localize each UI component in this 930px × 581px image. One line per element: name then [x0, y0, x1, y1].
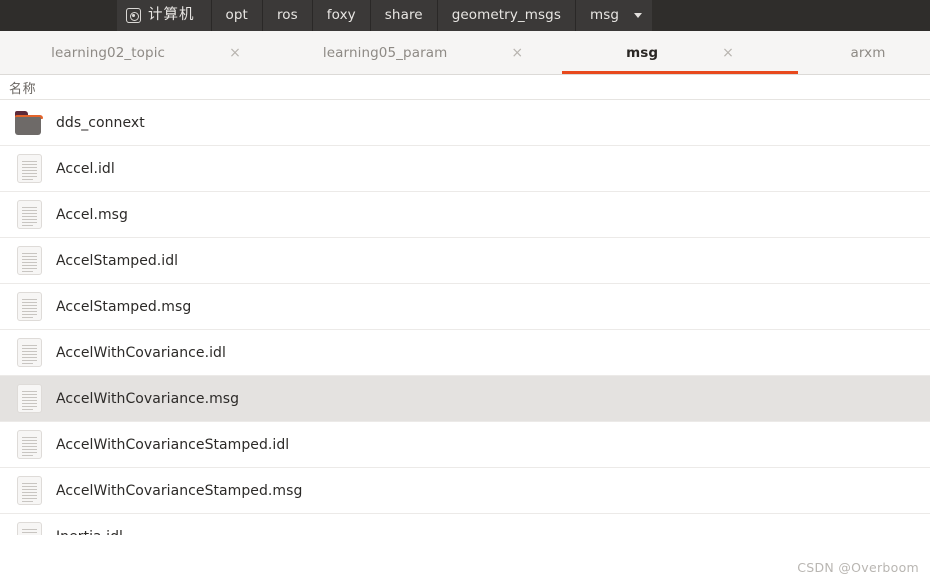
- breadcrumb-item-geometry_msgs[interactable]: geometry_msgs: [437, 0, 576, 31]
- column-header-row: 名称: [0, 75, 930, 100]
- breadcrumb-item-foxy[interactable]: foxy: [312, 0, 371, 31]
- file-name-label: Accel.msg: [56, 206, 128, 223]
- document-icon: [15, 153, 45, 184]
- tab-arxm[interactable]: arxm: [806, 31, 930, 74]
- tab-label: learning05_param: [322, 44, 448, 61]
- tab-label: msg: [626, 44, 659, 61]
- breadcrumb-item-opt[interactable]: opt: [211, 0, 263, 31]
- breadcrumb-item-label: geometry_msgs: [451, 6, 561, 23]
- document-icon: [15, 521, 45, 535]
- tab-msg[interactable]: msg ×: [554, 31, 806, 74]
- breadcrumb-item-label: ros: [276, 6, 298, 23]
- active-tab-indicator: [562, 71, 798, 74]
- file-name-label: dds_connext: [56, 114, 145, 131]
- breadcrumb-item-share[interactable]: share: [370, 0, 438, 31]
- file-name-label: AccelWithCovarianceStamped.idl: [56, 436, 290, 453]
- tab-learning02_topic[interactable]: learning02_topic ×: [0, 31, 292, 74]
- file-list-row[interactable]: dds_connext: [0, 100, 930, 146]
- file-name-label: AccelStamped.idl: [56, 252, 179, 269]
- close-icon[interactable]: ×: [229, 46, 241, 60]
- breadcrumb-item-计算机[interactable]: 计算机: [117, 0, 212, 31]
- breadcrumb-item-ros[interactable]: ros: [262, 0, 313, 31]
- file-list-row[interactable]: AccelStamped.msg: [0, 284, 930, 330]
- document-icon: [15, 291, 45, 322]
- path-breadcrumb-bar: 计算机 opt ros foxy share geometry_msgs msg: [0, 0, 930, 31]
- tab-learning05_param[interactable]: learning05_param ×: [292, 31, 554, 74]
- column-header-name[interactable]: 名称: [9, 78, 36, 97]
- breadcrumb-item-msg[interactable]: msg: [575, 0, 653, 31]
- document-icon: [15, 429, 45, 460]
- breadcrumb-item-label: foxy: [326, 6, 356, 23]
- document-icon: [15, 199, 45, 230]
- tab-label: arxm: [850, 44, 886, 61]
- watermark: CSDN @Overboom: [797, 560, 919, 575]
- file-list[interactable]: dds_connext Accel.idl Accel.msg AccelStampe…: [0, 100, 930, 535]
- document-icon: [15, 475, 45, 506]
- file-list-row[interactable]: AccelWithCovariance.idl: [0, 330, 930, 376]
- file-list-row[interactable]: AccelWithCovariance.msg: [0, 376, 930, 422]
- file-list-row[interactable]: AccelWithCovarianceStamped.idl: [0, 422, 930, 468]
- folder-icon: [15, 108, 45, 138]
- file-manager-window: 计算机 opt ros foxy share geometry_msgs msg learn…: [0, 0, 930, 581]
- file-name-label: Inertia.idl: [56, 529, 123, 536]
- document-icon: [15, 337, 45, 368]
- breadcrumb-item-label: 计算机: [148, 7, 195, 24]
- file-name-label: AccelWithCovarianceStamped.msg: [56, 482, 303, 499]
- file-name-label: AccelWithCovariance.idl: [56, 344, 226, 361]
- file-list-row[interactable]: AccelStamped.idl: [0, 238, 930, 284]
- tab-label: learning02_topic: [51, 44, 166, 61]
- chevron-down-icon[interactable]: [634, 13, 643, 18]
- document-icon: [15, 245, 45, 276]
- breadcrumb-item-label: share: [384, 6, 423, 23]
- file-list-body: dds_connext Accel.idl Accel.msg AccelStampe…: [0, 100, 930, 535]
- file-list-row[interactable]: Accel.idl: [0, 146, 930, 192]
- breadcrumb-item-label: opt: [225, 6, 248, 23]
- file-name-label: AccelWithCovariance.msg: [56, 390, 240, 407]
- breadcrumb: 计算机 opt ros foxy share geometry_msgs msg: [117, 0, 653, 31]
- file-list-row[interactable]: AccelWithCovarianceStamped.msg: [0, 468, 930, 514]
- tab-list: learning02_topic × learning05_param × msg × ar…: [0, 31, 930, 74]
- file-name-label: AccelStamped.msg: [56, 298, 192, 315]
- breadcrumb-item-label: msg: [589, 6, 620, 23]
- document-icon: [15, 383, 45, 414]
- close-icon[interactable]: ×: [511, 46, 523, 60]
- file-name-label: Accel.idl: [56, 160, 115, 177]
- drive-icon: [126, 8, 141, 23]
- close-icon[interactable]: ×: [722, 46, 734, 60]
- tab-bar: learning02_topic × learning05_param × msg × ar…: [0, 31, 930, 75]
- file-list-row[interactable]: Inertia.idl: [0, 514, 930, 535]
- file-list-row[interactable]: Accel.msg: [0, 192, 930, 238]
